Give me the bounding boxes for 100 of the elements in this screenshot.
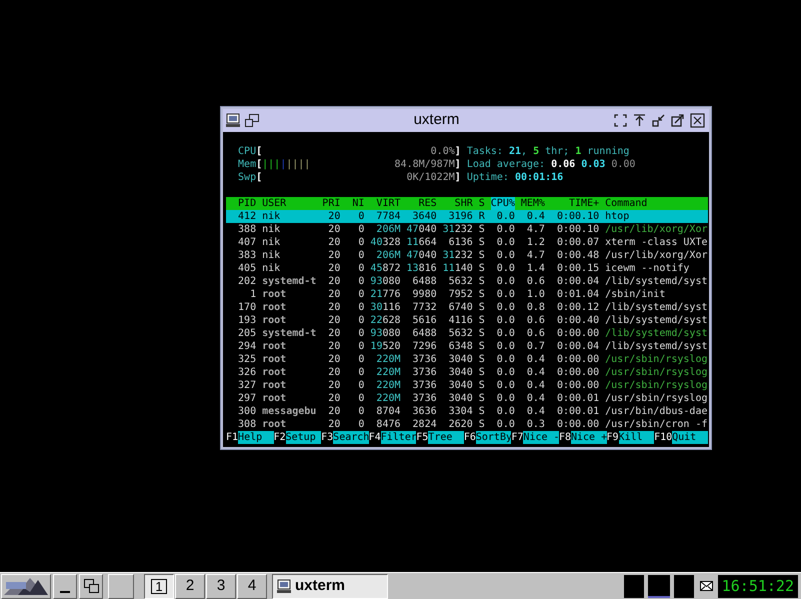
table-cell-text: 20 — [327, 392, 340, 405]
table-cell-text: root — [262, 353, 288, 366]
column-header[interactable]: RES — [406, 197, 437, 210]
mail-icon[interactable] — [700, 581, 713, 591]
table-cell-text: 0.4 — [526, 392, 545, 405]
workspace-button[interactable]: 3 — [206, 574, 236, 598]
column-header[interactable]: MEM% — [520, 197, 545, 210]
table-cell: /usr/sbin/rsyslog — [605, 379, 708, 392]
table-cell-text: root — [262, 301, 288, 314]
window-list-button[interactable] — [79, 574, 103, 598]
table-cell: S — [478, 405, 485, 418]
table-cell: 22628 — [370, 314, 401, 327]
meter-reading: 0K/1022M — [406, 171, 455, 184]
table-cell-text: 0 — [357, 236, 364, 249]
minimize-icon[interactable] — [652, 114, 665, 127]
table-cell: 21776 — [370, 288, 401, 301]
table-cell-text: 7952 — [448, 288, 473, 301]
table-cell: S — [478, 392, 485, 405]
meter-bracket: [ — [256, 145, 262, 158]
table-cell-text: 3736 — [412, 379, 437, 392]
workspace-button[interactable]: 1 — [144, 574, 174, 598]
table-cell-text: /sbin/init — [605, 288, 666, 301]
table-cell-text: 0.0 — [496, 223, 515, 236]
computer-icon[interactable] — [225, 113, 241, 128]
fullscreen-icon[interactable] — [614, 114, 627, 127]
column-header[interactable]: SHR — [442, 197, 473, 210]
table-cell-text: 3196 — [448, 210, 473, 223]
table-cell-text: 4116 — [448, 314, 473, 327]
meter-bracket: ] — [454, 158, 461, 171]
column-header[interactable]: PRI — [322, 197, 340, 210]
table-cell-text: 2620 — [448, 418, 473, 431]
start-button[interactable] — [1, 574, 51, 598]
table-cell-text: 4.7 — [526, 223, 545, 236]
table-cell-text: 412 — [237, 210, 256, 223]
clock: 16:51:22 — [718, 574, 798, 598]
table-cell-text: 7732 — [412, 301, 437, 314]
table-cell-text: 0 — [357, 314, 364, 327]
table-cell: S — [478, 288, 485, 301]
table-cell: S — [478, 366, 485, 379]
table-cell-text: 0.0 — [496, 288, 515, 301]
workspace-button[interactable]: 4 — [237, 574, 267, 598]
table-cell-text: 0.6 — [526, 327, 545, 340]
table-cell-text: 6136 — [448, 236, 473, 249]
column-header[interactable]: USER — [262, 197, 316, 210]
table-cell-text: 1.0 — [526, 288, 545, 301]
table-cell: S — [478, 353, 485, 366]
table-cell-text: 9980 — [412, 288, 437, 301]
raise-icon[interactable] — [633, 114, 646, 127]
table-cell: S — [478, 314, 485, 327]
workspace-button[interactable]: 2 — [175, 574, 205, 598]
table-cell-text: 326 — [237, 366, 256, 379]
table-cell: 31232 — [442, 223, 473, 236]
table-cell-text: 0.0 — [496, 262, 515, 275]
task-button[interactable]: uxterm — [272, 574, 388, 598]
table-cell: S — [478, 327, 485, 340]
table-cell-text: 3040 — [448, 353, 473, 366]
table-cell-text: 20 — [327, 275, 340, 288]
column-header[interactable]: Command — [605, 197, 708, 210]
monitor-graph — [624, 574, 644, 598]
table-cell-text: 3304 — [448, 405, 473, 418]
column-header[interactable]: NI — [346, 197, 364, 210]
table-cell-text: 294 — [237, 340, 256, 353]
table-cell-text: 8704 — [375, 405, 401, 418]
table-cell-text: nik — [262, 249, 282, 262]
table-cell: S — [478, 223, 485, 236]
table-cell-text: 0:00.10 — [556, 223, 600, 236]
restore-icon[interactable] — [245, 114, 259, 127]
close-icon[interactable] — [690, 113, 705, 128]
monitor-graph — [674, 574, 694, 598]
table-cell-text: 20 — [327, 249, 340, 262]
table-cell-text: root — [262, 314, 288, 327]
table-cell-text: 0 — [357, 223, 364, 236]
table-cell-text: 4.7 — [526, 249, 545, 262]
table-cell-text: nik — [262, 210, 282, 223]
table-cell: 30116 — [370, 301, 401, 314]
table-cell-text: 20 — [327, 288, 340, 301]
table-cell-text: 3736 — [412, 392, 437, 405]
table-cell-text: 0 — [357, 366, 364, 379]
table-cell-text: 3736 — [412, 353, 437, 366]
column-header[interactable]: S — [478, 197, 485, 210]
table-cell-text: 1.4 — [526, 262, 545, 275]
table-cell-text: 0.3 — [526, 418, 545, 431]
table-cell-text: 0 — [357, 340, 364, 353]
table-cell-text: root — [262, 418, 288, 431]
minimize-all-button[interactable] — [53, 574, 77, 598]
maximize-icon[interactable] — [671, 114, 684, 127]
column-header[interactable]: CPU% — [490, 197, 515, 210]
column-header[interactable]: VIRT — [370, 197, 401, 210]
column-header[interactable]: TIME+ — [550, 197, 600, 210]
table-cell-text: 193 — [237, 314, 256, 327]
table-cell: /usr/lib/xorg/Xor — [605, 249, 708, 262]
meter-label: CPU — [238, 145, 256, 158]
table-cell-text: 220M — [375, 366, 401, 379]
table-cell-text: 383 — [237, 249, 256, 262]
table-cell-text: 0.4 — [526, 353, 545, 366]
table-cell-text: 0.4 — [526, 366, 545, 379]
column-header[interactable]: PID — [226, 197, 256, 210]
table-cell-text: 0:00.00 — [556, 353, 600, 366]
table-cell-text: 0 — [357, 301, 364, 314]
table-cell-text: 20 — [327, 210, 340, 223]
